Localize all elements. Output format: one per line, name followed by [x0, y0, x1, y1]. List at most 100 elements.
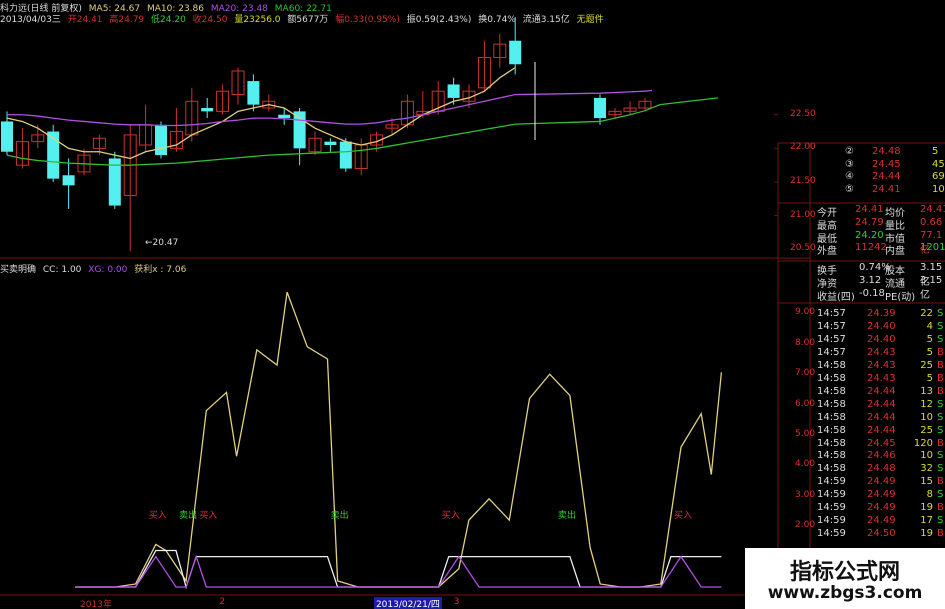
stat-value: 0.66 [920, 216, 943, 228]
tick-volume: 10 [920, 450, 933, 462]
x-tick-label: 2013/02/21/四 [373, 597, 442, 609]
buy-signal: 买入 [199, 511, 218, 522]
tick-time: 14:58 [817, 424, 846, 436]
tick-side: B [937, 359, 944, 371]
tick-side: S [937, 308, 944, 319]
tick-price: 24.49 [867, 489, 896, 501]
level-price: 24.48 [872, 146, 901, 157]
level-number: ③ [845, 158, 854, 170]
tick-time: 14:57 [817, 346, 846, 358]
tick-price: 24.44 [867, 411, 896, 423]
tick-row: 14:58 24.43 25 B [812, 360, 945, 373]
stat-value: 12014 [920, 242, 945, 254]
watermark-url: www.zbgs3.com [767, 583, 923, 603]
tick-volume: 25 [920, 359, 933, 371]
stats-row: 净资 3.12 流通 3.15亿 [812, 274, 945, 301]
tick-price: 24.44 [867, 398, 896, 410]
tick-row: 14:58 24.44 25 S [812, 425, 945, 438]
level-price: 24.44 [872, 171, 901, 182]
buy-signal: 买入 [441, 511, 460, 522]
candle-body-down [247, 81, 260, 105]
level-number: ② [845, 146, 854, 157]
tick-volume: 120 [913, 437, 933, 449]
stat-value: 3.12 [859, 274, 882, 286]
tick-time: 14:58 [817, 450, 846, 462]
stat-value: 24.41 [855, 204, 884, 215]
tick-volume: 19 [920, 528, 933, 540]
x-tick-label: 2013年 [80, 600, 112, 609]
chart-canvas[interactable] [0, 0, 945, 609]
tick-row: 14:59 24.49 19 B [812, 502, 945, 515]
level-volume: 10 [932, 183, 945, 195]
tick-price: 24.50 [867, 528, 896, 540]
candle-body-down [324, 141, 337, 145]
series-line-xg [75, 554, 722, 588]
tick-time: 14:59 [817, 489, 846, 501]
stat-value: -0.18 [859, 287, 885, 299]
watermark: 指标公式网 www.zbgs3.com [745, 548, 945, 609]
tick-price: 24.45 [867, 437, 896, 449]
tick-row: 14:58 24.44 13 B [812, 386, 945, 399]
tick-time: 14:59 [817, 515, 846, 527]
tick-row: 14:58 24.43 5 B [812, 373, 945, 386]
candle-body-down [594, 97, 606, 119]
buy-signal: 买入 [148, 511, 167, 522]
tick-time: 14:59 [817, 502, 846, 514]
stats-row: 外盘 11242内盘 12014 [812, 242, 945, 257]
tick-price: 24.40 [867, 320, 896, 332]
stat-value: 24.79 [855, 216, 884, 228]
candle-body-down [293, 111, 306, 149]
tick-side: B [937, 502, 944, 514]
order-level-row: ⑤ 24.41 10 [812, 184, 945, 197]
tick-row: 14:59 24.49 8 S [812, 489, 945, 502]
order-level-row: ② 24.48 5 [812, 146, 945, 159]
buy-signal: 买入 [674, 511, 693, 522]
tick-volume: 10 [920, 411, 933, 423]
level-volume: 69 [932, 171, 945, 182]
tick-time: 14:58 [817, 437, 846, 449]
tick-price: 24.39 [867, 308, 896, 319]
ma-lines [6, 62, 719, 166]
tick-volume: 4 [926, 320, 933, 332]
tick-row: 14:58 24.45 120 B [812, 438, 945, 451]
tick-time: 14:58 [817, 463, 846, 475]
tick-volume: 5 [926, 372, 933, 384]
x-tick-label: 3 [453, 597, 460, 607]
level-number: ⑤ [845, 183, 854, 195]
stats-row: 换手 0.74% 股本 3.15亿 [812, 262, 945, 288]
tick-side: B [937, 437, 944, 449]
candle-body-down [62, 175, 75, 186]
tick-volume: 19 [920, 502, 933, 514]
low-annotation: ←20.47 [145, 238, 179, 248]
tick-volume: 25 [920, 424, 933, 436]
tick-price: 24.46 [867, 450, 896, 462]
stats-row: 最高 24.79 量比 0.66 [812, 216, 945, 232]
tick-time: 14:58 [817, 359, 846, 371]
candle-body-down [339, 141, 352, 169]
stat-label: PE(动) [885, 291, 916, 303]
candle-body-down [509, 40, 522, 65]
tick-price: 24.49 [867, 515, 896, 527]
tick-row: 14:59 24.49 15 B [812, 476, 945, 489]
tick-side: S [937, 450, 944, 462]
x-tick-label: 2 [219, 597, 226, 607]
tick-row: 14:59 24.49 17 S [812, 515, 945, 528]
stats-row: 收益(四) -0.18 PE(动) [812, 287, 945, 303]
tick-row: 14:58 24.48 32 S [812, 463, 945, 476]
tick-time: 14:58 [817, 385, 846, 397]
tick-row: 14:57 24.40 4 S [812, 321, 945, 334]
tick-price: 24.44 [867, 385, 896, 397]
tick-side: S [937, 333, 944, 345]
tick-volume: 12 [920, 398, 933, 410]
order-level-row: ④ 24.44 69 [812, 171, 945, 184]
sell-signal: 卖出 [179, 511, 198, 522]
tick-price: 24.43 [867, 346, 896, 358]
stat-value: 24.20 [855, 229, 884, 241]
tick-side: S [937, 463, 944, 475]
stat-value: 11242 [855, 242, 887, 254]
ma-line-ma5 [6, 67, 516, 160]
sell-signal: 卖出 [330, 511, 349, 522]
tick-row: 14:57 24.39 22 S [812, 308, 945, 321]
tick-price: 24.44 [867, 424, 896, 436]
tick-side: B [937, 476, 944, 488]
